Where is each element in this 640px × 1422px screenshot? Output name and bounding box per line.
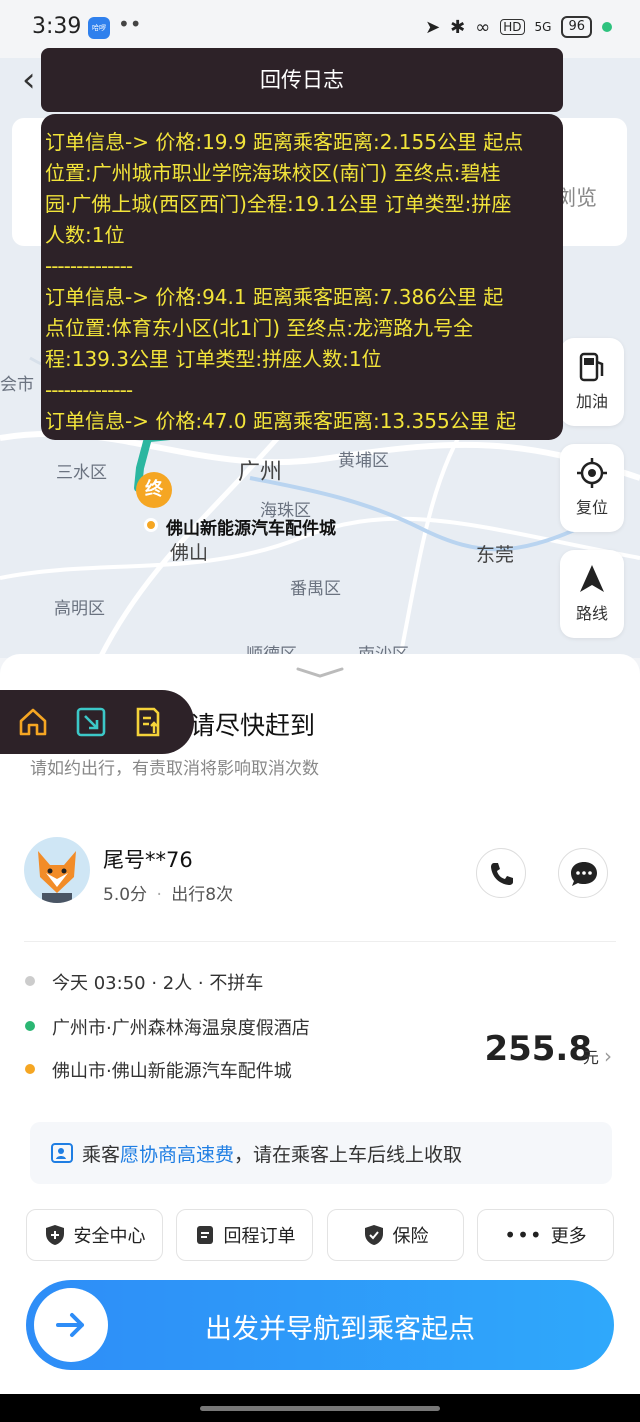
passenger-avatar[interactable] [24, 837, 90, 903]
depart-navigate-button[interactable]: 出发并导航到乘客起点 [26, 1280, 614, 1370]
fox-avatar-icon [38, 851, 76, 903]
log-line: 点位置:体育东小区(北1门) 至终点:龙湾路九号全 [45, 316, 474, 340]
bottom-sheet: 请尽快赶到 请如约出行，有责取消将影响取消次数 尾号**76 5.0分 · 出行… [0, 654, 640, 1394]
map-label-city: 会市 [0, 375, 34, 395]
back-arrow-icon[interactable]: ‹ [22, 60, 36, 100]
battery-icon: 96 [561, 16, 592, 38]
origin-dot-icon [25, 1021, 35, 1031]
more-notifications-icon: •• [118, 12, 142, 36]
log-upload-icon[interactable] [132, 705, 166, 739]
passenger-card-icon [51, 1143, 73, 1163]
app-badge-icon: 哈啰 [88, 17, 110, 39]
return-order-button[interactable]: 回程订单 [176, 1209, 313, 1261]
call-passenger-button[interactable] [476, 848, 526, 898]
reset-location-button[interactable]: 复位 [560, 444, 624, 532]
map-label-dongguan: 东莞 [476, 544, 515, 566]
insurance-button[interactable]: 保险 [327, 1209, 464, 1261]
signal-icon: 5G [534, 20, 552, 34]
link-icon: ∞ [475, 16, 491, 38]
price-unit[interactable]: 元 › [583, 1044, 612, 1068]
log-line: 园·广佛上城(西区西门)全程:19.1公里 订单类型:拼座 [45, 192, 512, 216]
privacy-dot-icon [602, 22, 612, 32]
log-separator: -------------- [45, 254, 133, 278]
navigation-arrow-icon [580, 565, 604, 592]
shield-check-icon [364, 1225, 383, 1245]
map-label-huangpu: 黄埔区 [338, 451, 389, 471]
passenger-name: 尾号**76 [103, 848, 193, 872]
trip-origin[interactable]: 广州市·广州森林海温泉度假酒店 [52, 1014, 310, 1040]
message-passenger-button[interactable] [558, 848, 608, 898]
home-indicator[interactable] [200, 1406, 440, 1411]
resize-icon[interactable] [74, 705, 108, 739]
toll-notice-text: 乘客愿协商高速费，请在乘客上车后线上收取 [82, 1140, 462, 1167]
safety-center-button[interactable]: 安全中心 [26, 1209, 163, 1261]
refuel-button[interactable]: 加油 [560, 338, 624, 426]
log-line: 订单信息-> 价格:94.1 距离乘客距离:7.386公里 起 [45, 285, 504, 309]
bluetooth-icon: ✱ [450, 16, 466, 38]
chevron-right-icon: › [604, 1044, 612, 1068]
map-label-foshan: 佛山 [170, 542, 209, 564]
trip-time: 今天 03:50 · 2人 · 不拼车 [52, 973, 264, 994]
arrive-hint-title: 请尽快赶到 [190, 711, 316, 740]
location-icon: ➤ [425, 16, 441, 38]
stats-separator: · [156, 885, 162, 905]
log-panel[interactable]: -------------- 订单信息-> 价格:19.9 距离乘客距离:2.1… [41, 114, 563, 440]
price-unit-label: 元 [582, 1048, 599, 1067]
home-icon[interactable] [16, 705, 50, 739]
trip-destination[interactable]: 佛山市·佛山新能源汽车配件城 [52, 1057, 292, 1083]
notice-prefix: 乘客 [82, 1144, 121, 1166]
arrive-hint-subtitle: 请如约出行，有责取消将影响取消次数 [30, 759, 319, 779]
notice-highlight[interactable]: 愿协商高速费 [120, 1144, 234, 1166]
floating-toolbar [0, 690, 194, 754]
more-button[interactable]: ••• 更多 [477, 1209, 614, 1261]
sheet-handle-icon[interactable] [295, 666, 345, 678]
map-label-sanshui: 三水区 [56, 463, 107, 483]
map-label-panyu: 番禺区 [290, 579, 341, 599]
status-indicators: ➤ ✱ ∞ HD 5G 96 [425, 16, 612, 38]
status-time: 3:39 [32, 14, 82, 39]
log-line: 程:139.3公里 订单类型:拼座人数:1位 [45, 347, 382, 371]
log-line: 位置:广州城市职业学院海珠校区(南门) 至终点:碧桂 [45, 161, 501, 185]
refuel-label: 加油 [575, 392, 608, 411]
notice-suffix: ，请在乘客上车后线上收取 [234, 1144, 463, 1166]
reset-label: 复位 [575, 498, 608, 517]
time-dot-icon [25, 976, 35, 986]
toll-notice: 乘客愿协商高速费，请在乘客上车后线上收取 [30, 1122, 612, 1184]
end-marker[interactable]: 终 [136, 472, 172, 508]
shield-icon [45, 1225, 64, 1245]
passenger-rating: 5.0分 [103, 885, 148, 905]
hd-icon: HD [500, 19, 525, 35]
log-separator: -------------- [45, 378, 133, 402]
log-line: 订单信息-> 价格:19.9 距离乘客距离:2.155公里 起点 [45, 130, 524, 154]
more-label: 更多 [550, 1226, 587, 1247]
map-label-gaoming: 高明区 [54, 599, 105, 619]
depart-navigate-label: 出发并导航到乘客起点 [205, 1314, 475, 1345]
route-label: 路线 [575, 604, 608, 623]
section-divider [24, 941, 616, 942]
fuel-pump-icon [579, 352, 604, 382]
passenger-trips: 出行8次 [171, 885, 234, 905]
phone-icon [491, 863, 513, 885]
destination-dot-icon [144, 518, 158, 532]
safety-center-label: 安全中心 [73, 1226, 146, 1247]
trip-price[interactable]: 255.8 [484, 1029, 592, 1069]
insurance-label: 保险 [392, 1226, 429, 1247]
map-label-guangzhou: 广州 [238, 460, 283, 485]
document-icon [196, 1226, 213, 1244]
return-order-label: 回程订单 [223, 1226, 296, 1247]
log-line: 人数:1位 [45, 223, 125, 247]
destination-dot-icon [25, 1064, 35, 1074]
system-nav-bar [0, 1394, 640, 1422]
log-separator: -------------- [45, 114, 559, 127]
locate-icon [577, 458, 607, 488]
route-button[interactable]: 路线 [560, 550, 624, 638]
log-line: 订单信息-> 价格:47.0 距离乘客距离:13.355公里 起 [45, 409, 517, 433]
log-title[interactable]: 回传日志 [41, 48, 563, 112]
passenger-stats: 5.0分 · 出行8次 [103, 880, 233, 905]
more-dots-icon: ••• [504, 1223, 543, 1247]
map-label-destination: 佛山新能源汽车配件城 [166, 519, 336, 539]
chat-bubble-icon [571, 862, 597, 886]
